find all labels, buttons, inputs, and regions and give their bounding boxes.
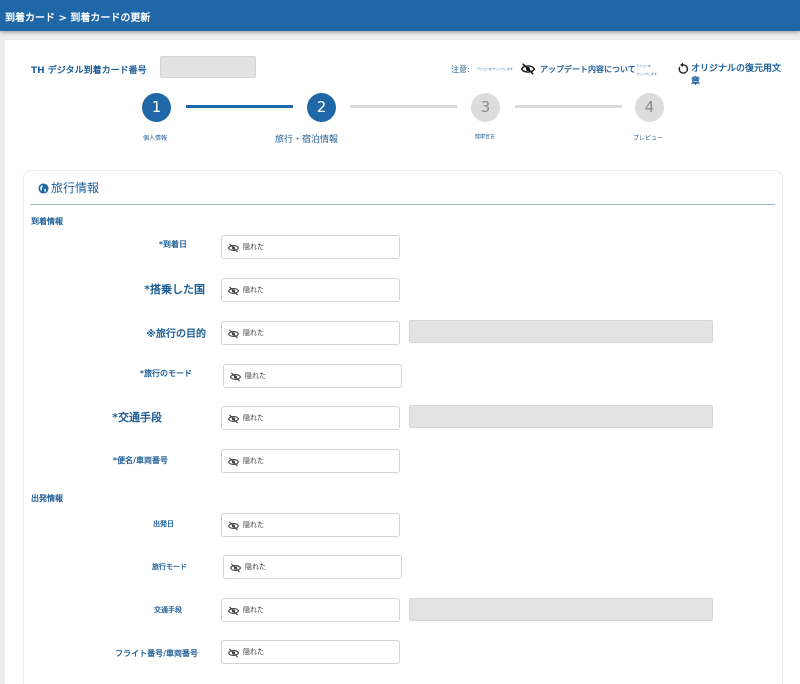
step-3-indicator[interactable]: 3 bbox=[471, 93, 500, 122]
stepper-connector bbox=[515, 105, 622, 108]
note-tiny-text: クリックします bbox=[636, 72, 658, 76]
departure-date-label: 出発日 bbox=[153, 520, 174, 528]
card-number-field[interactable] bbox=[160, 56, 256, 78]
departure-transport-label: 交通手段 bbox=[154, 606, 182, 614]
card-title-text: 旅行情報 bbox=[51, 181, 100, 195]
eye-off-icon bbox=[228, 414, 239, 424]
eye-off-icon bbox=[228, 243, 239, 253]
globe-icon bbox=[38, 183, 49, 194]
step-4-indicator[interactable]: 4 bbox=[635, 93, 664, 122]
step-1-indicator[interactable]: 1 bbox=[142, 93, 171, 122]
step-1-label: 個人情報 bbox=[143, 135, 168, 142]
travel-mode-label: *旅行のモード bbox=[139, 369, 192, 378]
arrival-date-label: *到着日 bbox=[158, 240, 187, 249]
hidden-text: 隠れた bbox=[243, 606, 264, 614]
stepper-connector bbox=[186, 105, 293, 108]
hidden-text: 隠れた bbox=[243, 648, 264, 656]
flight-number-field[interactable]: 隠れた bbox=[221, 449, 400, 473]
hidden-text: 隠れた bbox=[245, 372, 266, 380]
card-divider bbox=[30, 204, 775, 205]
boarding-country-field[interactable]: 隠れた bbox=[221, 278, 400, 302]
note-tiny-text: アイコンをクリックします bbox=[477, 67, 513, 71]
hidden-text: 隠れた bbox=[243, 243, 264, 251]
flight-number-label: *便名/車両番号 bbox=[112, 456, 168, 465]
step-2-indicator[interactable]: 2 bbox=[307, 93, 336, 122]
top-bar: 到着カード > 到着カードの更新 bbox=[0, 0, 800, 31]
arrival-section-title: 到着情報 bbox=[31, 217, 63, 226]
card-title: 旅行情報 bbox=[38, 179, 99, 196]
arrival-date-field[interactable]: 隠れた bbox=[221, 235, 400, 259]
departure-transport-field[interactable]: 隠れた bbox=[221, 598, 400, 622]
travel-purpose-field[interactable]: 隠れた bbox=[221, 321, 400, 345]
hidden-text: 隠れた bbox=[243, 457, 264, 465]
departure-section-title: 出発情報 bbox=[31, 494, 63, 503]
restore-icon[interactable] bbox=[676, 62, 690, 76]
hidden-text: 隠れた bbox=[243, 521, 264, 529]
eye-off-icon bbox=[230, 563, 241, 573]
eye-off-icon bbox=[228, 329, 239, 339]
departure-transport-extra-field[interactable] bbox=[409, 598, 713, 621]
hidden-text: 隠れた bbox=[243, 329, 264, 337]
hidden-text: 隠れた bbox=[243, 286, 264, 294]
update-info-link[interactable]: アップデート内容について bbox=[540, 64, 636, 75]
note-tiny-text: アイコンを bbox=[636, 64, 651, 68]
step-2-label: 旅行・宿泊情報 bbox=[275, 135, 339, 145]
restore-original-link[interactable]: オリジナルの復元用文章 bbox=[691, 63, 781, 89]
step-3-label: 健康宣言 bbox=[475, 134, 496, 140]
boarding-country-label: *搭乗した国 bbox=[144, 283, 205, 296]
eye-off-icon bbox=[228, 286, 239, 296]
main-panel: TH デジタル到着カード番号 注意: アイコンをクリックします アップデート内容… bbox=[5, 40, 800, 684]
departure-mode-field[interactable]: 隠れた bbox=[223, 555, 402, 579]
stepper-connector bbox=[350, 105, 457, 108]
travel-purpose-label: ※旅行の目的 bbox=[146, 329, 206, 340]
departure-flight-field[interactable]: 隠れた bbox=[221, 640, 400, 664]
card-number-label: TH デジタル到着カード番号 bbox=[31, 66, 147, 76]
eye-off-icon bbox=[228, 457, 239, 467]
eye-off-icon bbox=[228, 648, 239, 658]
departure-date-field[interactable]: 隠れた bbox=[221, 513, 400, 537]
breadcrumb: 到着カード > 到着カードの更新 bbox=[5, 13, 151, 24]
travel-info-card: 旅行情報 到着情報 *到着日 隠れた *搭乗した国 隠れた ※旅行の目的 隠れた… bbox=[23, 170, 783, 684]
travel-purpose-extra-field[interactable] bbox=[409, 320, 713, 343]
departure-flight-label: フライト番号/車両番号 bbox=[115, 649, 198, 658]
transport-field[interactable]: 隠れた bbox=[221, 406, 400, 430]
eye-off-icon bbox=[228, 606, 239, 616]
eye-off-icon bbox=[230, 372, 241, 382]
step-4-label: プレビュー bbox=[633, 135, 664, 142]
departure-mode-label: 旅行モード bbox=[152, 563, 187, 571]
hidden-text: 隠れた bbox=[245, 563, 266, 571]
note-label: 注意: bbox=[451, 65, 470, 74]
eye-off-icon[interactable] bbox=[521, 63, 535, 75]
eye-off-icon bbox=[228, 521, 239, 531]
travel-mode-field[interactable]: 隠れた bbox=[223, 364, 402, 388]
transport-extra-field[interactable] bbox=[409, 405, 713, 428]
transport-label: *交通手段 bbox=[112, 411, 162, 424]
hidden-text: 隠れた bbox=[243, 414, 264, 422]
